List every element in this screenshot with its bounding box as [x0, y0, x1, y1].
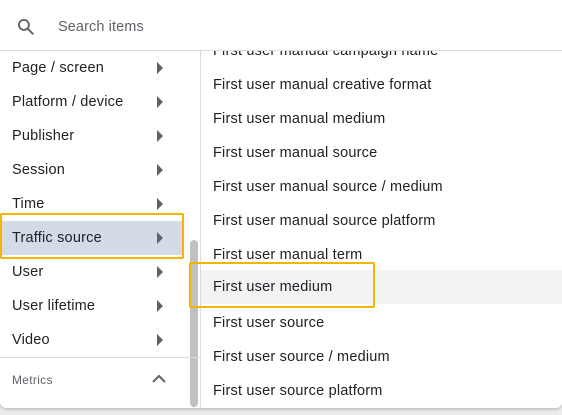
chevron-right-icon: [157, 198, 163, 210]
category-platform-device[interactable]: Platform / device: [0, 85, 183, 119]
category-label: Platform / device: [12, 94, 124, 110]
category-label: User lifetime: [12, 298, 96, 314]
item-label: First user source platform: [213, 383, 383, 399]
search-icon: [18, 19, 34, 35]
category-scrollbar[interactable]: [190, 240, 198, 407]
category-page-screen[interactable]: Page / screen: [0, 51, 183, 85]
category-publisher[interactable]: Publisher: [0, 119, 183, 153]
item-label: First user manual source platform: [213, 213, 436, 229]
metrics-section-header[interactable]: Metrics: [12, 373, 53, 387]
list-item[interactable]: First user manual source / medium: [201, 170, 562, 204]
item-label: First user manual term: [213, 247, 363, 263]
divider: [0, 357, 200, 358]
list-item[interactable]: First user manual campaign name: [201, 51, 562, 68]
chevron-right-icon: [157, 130, 163, 142]
category-video[interactable]: Video: [0, 323, 183, 357]
category-time[interactable]: Time: [0, 187, 183, 221]
category-session[interactable]: Session: [0, 153, 183, 187]
category-label: Time: [12, 196, 45, 212]
chevron-right-icon: [157, 232, 163, 244]
chevron-right-icon: [157, 300, 163, 312]
item-list: First user manual campaign name First us…: [201, 51, 562, 408]
list-item[interactable]: First user manual medium: [201, 102, 562, 136]
list-item[interactable]: First user source: [201, 306, 562, 340]
item-label: First user manual source: [213, 145, 378, 161]
item-label: First user manual source / medium: [213, 179, 443, 195]
chevron-right-icon: [157, 334, 163, 346]
item-picker-panel: Page / screen Platform / device Publishe…: [0, 0, 562, 408]
list-item[interactable]: First user manual source platform: [201, 204, 562, 238]
list-item[interactable]: First user manual term: [201, 238, 562, 272]
item-label: First user source / medium: [213, 349, 390, 365]
category-label: Video: [12, 332, 50, 348]
chevron-right-icon: [157, 96, 163, 108]
item-label: First user source: [213, 315, 325, 331]
chevron-right-icon: [157, 164, 163, 176]
category-label: Traffic source: [12, 230, 102, 246]
category-label: Publisher: [12, 128, 75, 144]
list-item[interactable]: First user manual source: [201, 136, 562, 170]
chevron-up-icon[interactable]: [152, 374, 166, 383]
search-bar: [0, 0, 562, 51]
category-label: Page / screen: [12, 60, 105, 76]
list-item[interactable]: First user source / medium: [201, 340, 562, 374]
chevron-right-icon: [157, 266, 163, 278]
category-user-lifetime[interactable]: User lifetime: [0, 289, 183, 323]
item-label: First user manual creative format: [213, 77, 432, 93]
list-item[interactable]: First user source platform: [201, 374, 562, 408]
category-user[interactable]: User: [0, 255, 183, 289]
list-item[interactable]: First user manual creative format: [201, 68, 562, 102]
category-label: Session: [12, 162, 65, 178]
item-label: First user manual campaign name: [213, 51, 439, 59]
item-label: First user medium: [213, 279, 333, 295]
category-label: User: [12, 264, 44, 280]
category-traffic-source[interactable]: Traffic source: [0, 221, 183, 255]
list-item-first-user-medium[interactable]: First user medium: [201, 270, 562, 304]
category-list: Page / screen Platform / device Publishe…: [0, 51, 201, 408]
chevron-right-icon: [157, 62, 163, 74]
item-label: First user manual medium: [213, 111, 386, 127]
search-input[interactable]: [58, 13, 538, 41]
